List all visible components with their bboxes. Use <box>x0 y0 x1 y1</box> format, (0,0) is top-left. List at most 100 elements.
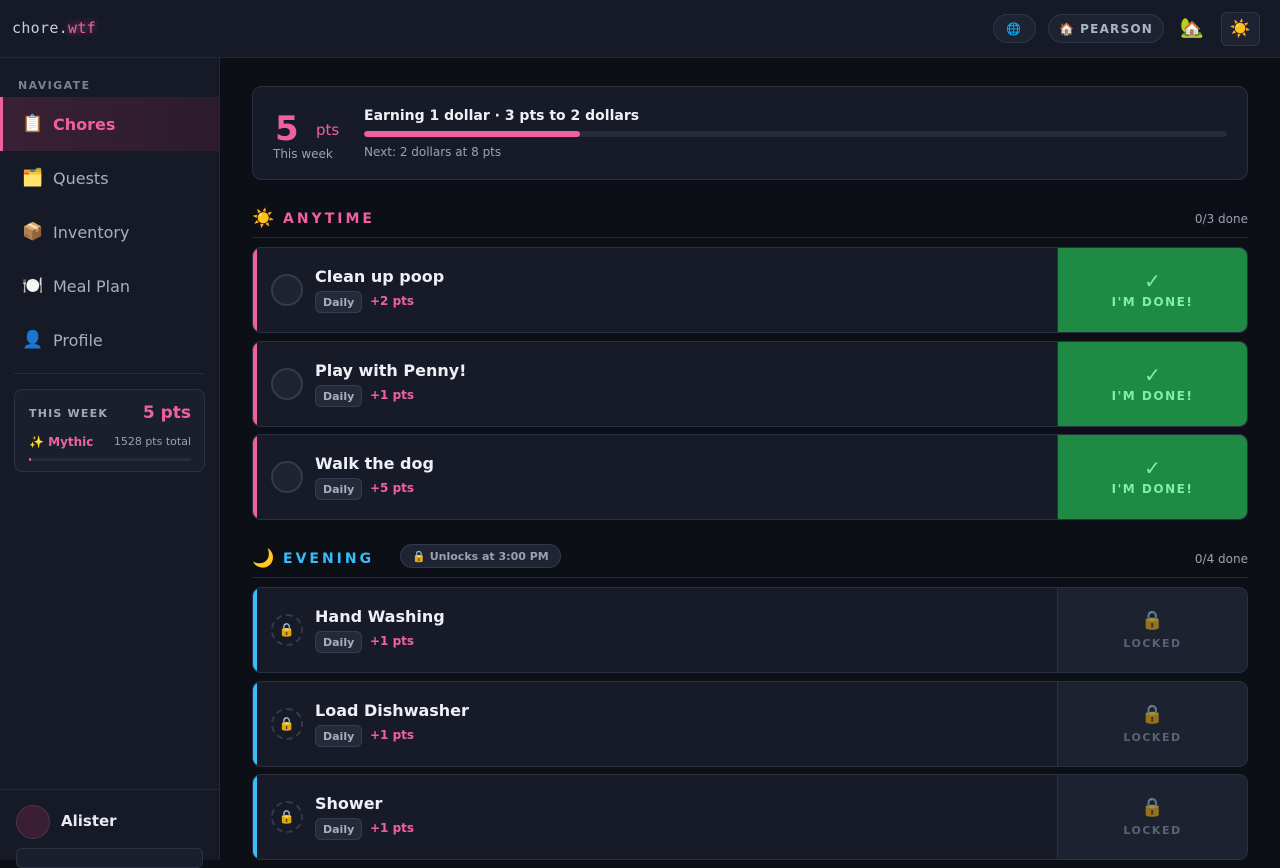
chore-stripe <box>253 682 257 766</box>
chore-stripe <box>253 435 257 519</box>
chore-title: Walk the dog <box>315 454 434 473</box>
chore-points: +5 pts <box>370 481 415 495</box>
lock-icon: 🔒 <box>412 549 426 563</box>
frequency-badge: Daily <box>315 385 363 407</box>
week-label: THIS WEEK <box>29 407 109 420</box>
locked-button: 🔒 LOCKED <box>1057 588 1247 672</box>
points-unit: pts <box>316 121 340 139</box>
rank-badge: ✨ Mythic <box>29 435 93 449</box>
user-footer: Alister <box>0 789 219 868</box>
language-button[interactable]: 🌐 <box>993 14 1036 43</box>
next-reward-text: Next: 2 dollars at 8 pts <box>364 145 502 159</box>
avatar[interactable] <box>16 805 50 839</box>
lock-icon: 🔒 <box>1141 703 1164 725</box>
locked-label: LOCKED <box>1123 636 1182 650</box>
section-progress: 0/4 done <box>1194 552 1248 566</box>
rank-name: Mythic <box>48 435 94 449</box>
section-evening-header: 🌙 EVENING 🔒 Unlocks at 3:00 PM 0/4 done <box>252 544 1248 578</box>
sidebar: NAVIGATE 📋 Chores 🗂️ Quests 📦 Inventory … <box>0 58 220 868</box>
locked-button: 🔒 LOCKED <box>1057 682 1247 766</box>
footer-button[interactable] <box>16 848 203 868</box>
chore-title: Play with Penny! <box>315 361 467 380</box>
lock-icon: 🔒 <box>278 716 296 732</box>
earning-text: Earning 1 dollar · 3 pts to 2 dollars <box>364 108 640 124</box>
chore-checkbox[interactable] <box>271 368 303 400</box>
lock-icon: 🔒 <box>1141 609 1164 631</box>
house-with-garden-icon[interactable]: 🏡 <box>1180 16 1204 39</box>
sidebar-item-quests[interactable]: 🗂️ Quests <box>0 151 219 205</box>
app-logo[interactable]: chore.wtf <box>12 19 96 37</box>
chore-title: Clean up poop <box>315 267 445 286</box>
household-button[interactable]: 🏠 PEARSON <box>1048 14 1164 43</box>
chore-checkbox[interactable] <box>271 461 303 493</box>
main-content: 5 pts This week Earning 1 dollar · 3 pts… <box>220 58 1280 860</box>
sparkles-icon: ✨ <box>29 435 44 449</box>
sidebar-item-label: Inventory <box>53 222 130 242</box>
done-button[interactable]: ✓ I'M DONE! <box>1057 342 1247 426</box>
logo-text: chore. <box>12 19 68 37</box>
chore-title: Shower <box>315 794 383 813</box>
locked-label: LOCKED <box>1123 730 1182 744</box>
home-icon: 🏠 <box>1059 21 1076 36</box>
chore-card: Walk the dog Daily +5 pts ✓ I'M DONE! <box>252 434 1248 520</box>
sun-icon: ☀️ <box>252 208 275 229</box>
chore-points: +1 pts <box>370 634 415 648</box>
frequency-badge: Daily <box>315 478 363 500</box>
chore-stripe <box>253 775 257 859</box>
done-button[interactable]: ✓ I'M DONE! <box>1057 248 1247 332</box>
locked-checkbox: 🔒 <box>271 801 303 833</box>
checkmark-icon: ✓ <box>1144 269 1161 293</box>
household-name: PEARSON <box>1080 21 1153 36</box>
chore-checkbox[interactable] <box>271 274 303 306</box>
done-label: I'M DONE! <box>1111 295 1194 309</box>
chore-title: Hand Washing <box>315 607 445 626</box>
plate-icon: 🍽️ <box>22 276 44 296</box>
theme-toggle-button[interactable]: ☀️ <box>1221 12 1260 46</box>
checkmark-icon: ✓ <box>1144 456 1161 480</box>
lock-icon: 🔒 <box>278 622 296 638</box>
nav-divider <box>14 373 205 374</box>
locked-checkbox: 🔒 <box>271 614 303 646</box>
sun-icon: ☀️ <box>1229 19 1252 39</box>
earning-progress-fill <box>364 131 580 137</box>
chore-stripe <box>253 248 257 332</box>
chore-title: Load Dishwasher <box>315 701 469 720</box>
lock-icon: 🔒 <box>1141 796 1164 818</box>
unlock-text: Unlocks at 3:00 PM <box>429 549 549 563</box>
sidebar-item-label: Quests <box>53 168 109 188</box>
sidebar-item-inventory[interactable]: 📦 Inventory <box>0 205 219 259</box>
sidebar-item-label: Meal Plan <box>53 276 131 296</box>
done-button[interactable]: ✓ I'M DONE! <box>1057 435 1247 519</box>
earning-progress-bar <box>364 131 1227 137</box>
frequency-badge: Daily <box>315 291 363 313</box>
nav-heading: NAVIGATE <box>18 79 91 92</box>
chore-points: +1 pts <box>370 388 415 402</box>
package-icon: 📦 <box>22 222 44 242</box>
sidebar-item-profile[interactable]: 👤 Profile <box>0 313 219 367</box>
moon-icon: 🌙 <box>252 548 275 569</box>
user-icon: 👤 <box>22 330 44 350</box>
sidebar-item-label: Profile <box>53 330 103 350</box>
sidebar-item-meal-plan[interactable]: 🍽️ Meal Plan <box>0 259 219 313</box>
chore-stripe <box>253 342 257 426</box>
section-title: ANYTIME <box>283 211 375 227</box>
clipboard-icon: 📋 <box>22 114 44 134</box>
chore-points: +2 pts <box>370 294 415 308</box>
done-label: I'M DONE! <box>1111 389 1194 403</box>
chore-card: Play with Penny! Daily +1 pts ✓ I'M DONE… <box>252 341 1248 427</box>
chore-stripe <box>253 588 257 672</box>
card-index-icon: 🗂️ <box>22 168 44 188</box>
points-value: 5 <box>275 109 299 149</box>
done-label: I'M DONE! <box>1111 482 1194 496</box>
week-points: 5 pts <box>142 403 191 423</box>
sidebar-item-chores[interactable]: 📋 Chores <box>0 97 219 151</box>
chore-card: 🔒 Hand Washing Daily +1 pts 🔒 LOCKED <box>252 587 1248 673</box>
logo-accent: wtf <box>68 19 96 37</box>
username: Alister <box>61 812 117 830</box>
globe-icon: 🌐 <box>1006 21 1023 36</box>
chore-card: Clean up poop Daily +2 pts ✓ I'M DONE! <box>252 247 1248 333</box>
chore-card: 🔒 Load Dishwasher Daily +1 pts 🔒 LOCKED <box>252 681 1248 767</box>
section-anytime-header: ☀️ ANYTIME 0/3 done <box>252 204 1248 238</box>
unlock-time-badge: 🔒 Unlocks at 3:00 PM <box>400 544 561 568</box>
locked-button: 🔒 LOCKED <box>1057 775 1247 859</box>
